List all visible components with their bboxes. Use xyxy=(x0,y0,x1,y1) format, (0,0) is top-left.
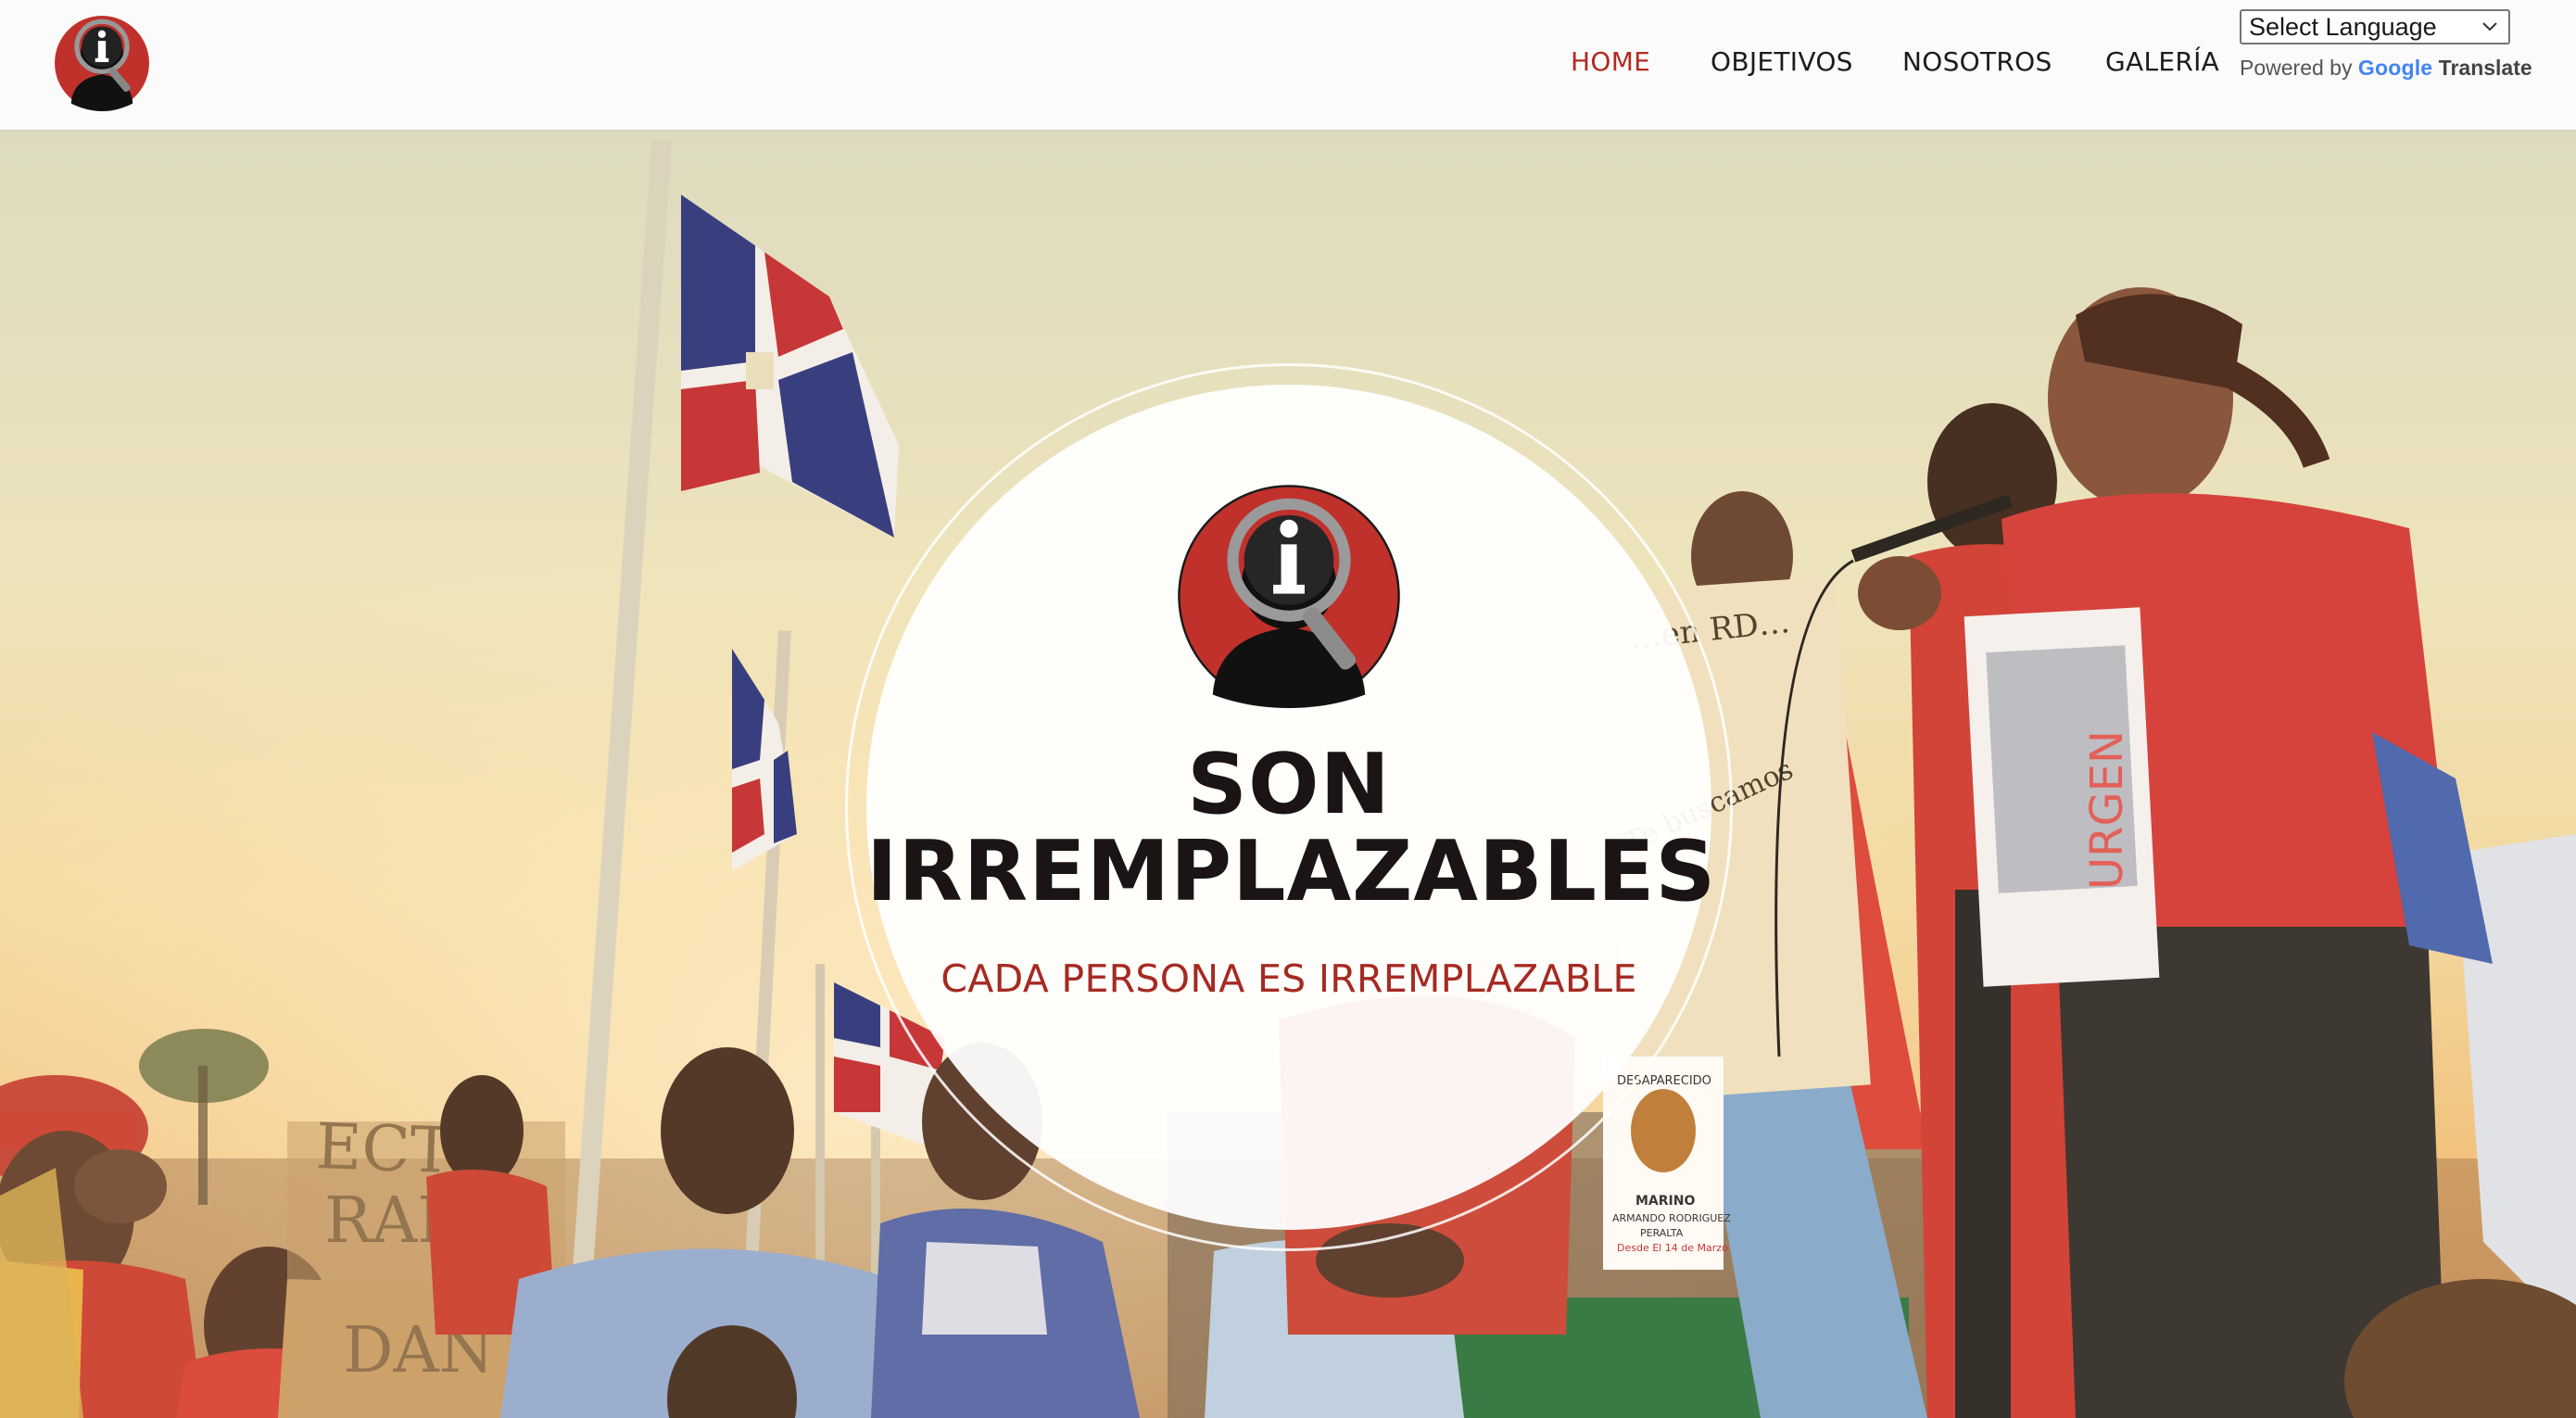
hero-title: SON IRREMPLAZABLES xyxy=(866,736,1717,920)
nav-nosotros[interactable]: NOSOTROS xyxy=(1902,46,2052,77)
powered-by-prefix: Powered by xyxy=(2240,56,2358,80)
nav-home[interactable]: HOME xyxy=(1571,46,1650,77)
hero-title-line2: IRREMPLAZABLES xyxy=(866,823,1717,920)
google-translate-widget: Select Language Powered by Google Transl… xyxy=(2240,9,2532,81)
hero-section: ECTO RADO DAN …en RD… Te buscamos DESAPA… xyxy=(0,130,2576,1418)
hero-title-line1: SON xyxy=(1187,736,1391,833)
translate-link[interactable]: Translate xyxy=(2439,56,2532,80)
site-logo[interactable] xyxy=(54,15,150,111)
nav-galeria[interactable]: GALERÍA xyxy=(2105,46,2219,77)
site-header: HOME OBJETIVOS NOSOTROS GALERÍA Select L… xyxy=(0,0,2576,130)
hero-subtitle: CADA PERSONA ES IRREMPLAZABLE xyxy=(941,956,1637,1001)
nav-objetivos[interactable]: OBJETIVOS xyxy=(1711,46,1853,77)
magnifier-person-logo xyxy=(1178,485,1400,708)
powered-by-text: Powered by Google Translate xyxy=(2240,56,2532,81)
chevron-down-icon xyxy=(2482,22,2497,32)
language-select-value: Select Language xyxy=(2249,13,2437,41)
google-wordmark[interactable]: Google xyxy=(2358,56,2432,80)
language-select[interactable]: Select Language xyxy=(2240,9,2510,44)
